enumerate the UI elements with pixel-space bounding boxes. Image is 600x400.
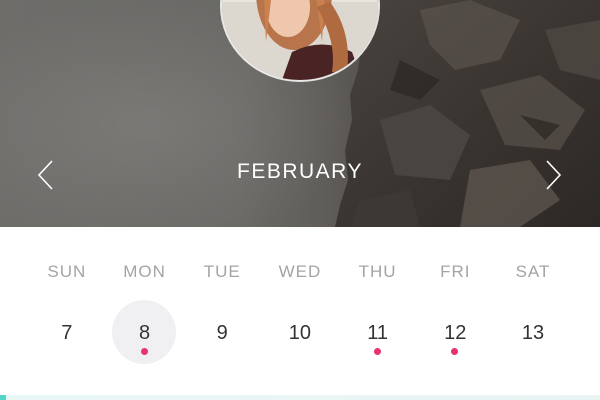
date-number: 13 bbox=[521, 322, 545, 344]
date-number: 9 bbox=[216, 322, 228, 344]
weekday-label: THU bbox=[358, 262, 397, 281]
next-month-button[interactable] bbox=[540, 158, 566, 192]
date-cell[interactable]: 9 bbox=[183, 300, 261, 364]
weekday-label: SUN bbox=[47, 262, 87, 281]
month-title: FEBRUARY bbox=[237, 160, 363, 183]
calendar-header: FEBRUARY bbox=[0, 0, 600, 227]
date-row: 7 8 9 10 11 12 13 bbox=[28, 300, 572, 364]
chevron-right-icon bbox=[546, 160, 562, 190]
date-cell[interactable]: 7 bbox=[28, 300, 106, 364]
date-cell[interactable]: 13 bbox=[494, 300, 572, 364]
bottom-accent-bar bbox=[0, 395, 600, 400]
event-dot-icon bbox=[140, 348, 148, 355]
event-dot-icon bbox=[451, 348, 459, 355]
date-number: 8 bbox=[138, 322, 151, 344]
weekday-header-row: SUN MON TUE WED THU FRI SAT bbox=[28, 262, 572, 282]
date-number: 12 bbox=[444, 322, 467, 344]
date-cell[interactable]: 10 bbox=[261, 300, 339, 364]
weekday-label: FRI bbox=[440, 262, 471, 281]
date-cell[interactable]: 11 bbox=[339, 300, 417, 364]
weekday-label: WED bbox=[278, 262, 322, 281]
date-cell[interactable]: 12 bbox=[416, 300, 494, 364]
week-strip: SUN MON TUE WED THU FRI SAT 7 8 9 10 11 … bbox=[0, 227, 600, 400]
calendar-app: FEBRUARY SUN MON TUE WED THU FRI SAT 7 8… bbox=[0, 0, 600, 400]
weekday-label: MON bbox=[123, 262, 166, 281]
weekday-label: SAT bbox=[515, 262, 551, 281]
weekday-label: TUE bbox=[203, 262, 241, 281]
date-cell[interactable]: 8 bbox=[106, 300, 184, 364]
date-number: 7 bbox=[61, 322, 73, 344]
date-number: 11 bbox=[367, 322, 388, 344]
event-dot-icon bbox=[373, 348, 381, 355]
date-number: 10 bbox=[288, 322, 312, 344]
